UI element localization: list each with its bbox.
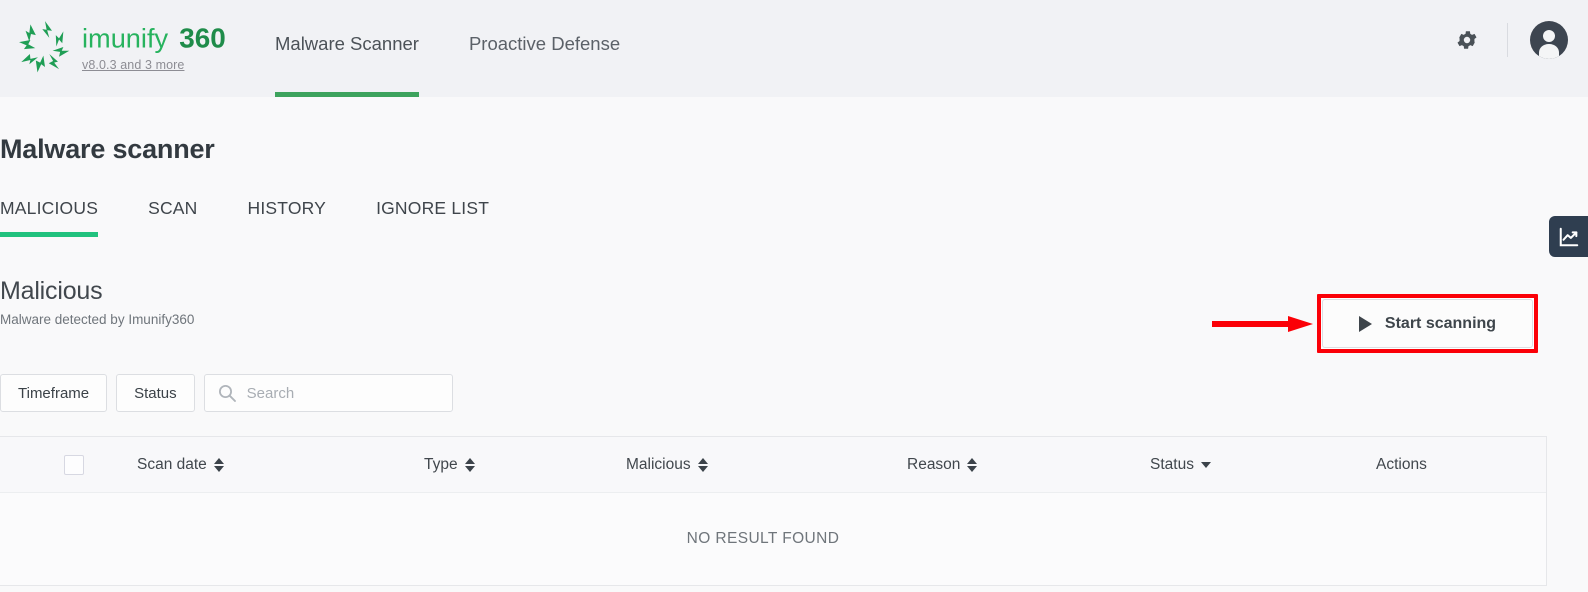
- nav-tab-label: Proactive Defense: [468, 33, 621, 54]
- search-icon: [218, 385, 236, 402]
- annotation-arrow: [1212, 316, 1313, 332]
- nav-tab-label: Malware Scanner: [275, 33, 419, 54]
- table-header-row: Scan date Type Malicious Reason Status A…: [0, 437, 1546, 493]
- sub-tab-scan[interactable]: SCAN: [148, 198, 197, 237]
- section-header: Malicious Malware detected by Imunify360: [0, 277, 194, 327]
- column-header-reason[interactable]: Reason: [907, 456, 1150, 474]
- sub-tab-label: IGNORE LIST: [376, 198, 490, 218]
- trending-chart-icon: [1559, 227, 1578, 246]
- header-actions: [1447, 20, 1568, 60]
- sub-tab-ignore-list[interactable]: IGNORE LIST: [376, 198, 489, 237]
- column-label: Reason: [907, 455, 961, 473]
- version-link[interactable]: v8.0.3 and 3 more: [82, 58, 286, 72]
- timeframe-filter-label: Timeframe: [18, 384, 90, 402]
- sub-tab-label: HISTORY: [247, 198, 327, 218]
- column-label: Status: [1150, 455, 1194, 473]
- sort-both-icon[interactable]: [464, 457, 475, 472]
- filter-bar: Timeframe Status: [0, 374, 453, 412]
- sort-both-icon[interactable]: [213, 457, 224, 472]
- nav-tab-malware-scanner[interactable]: Malware Scanner: [275, 0, 419, 97]
- search-input[interactable]: [246, 384, 437, 402]
- user-avatar-icon: [1539, 30, 1559, 59]
- start-scanning-button[interactable]: Start scanning: [1322, 299, 1533, 348]
- gear-icon: [1457, 31, 1477, 49]
- column-header-actions: Actions: [1376, 456, 1536, 474]
- column-label: Type: [424, 455, 458, 473]
- chevron-down-icon[interactable]: [1200, 461, 1211, 468]
- section-title: Malicious: [0, 277, 103, 305]
- settings-button[interactable]: [1447, 20, 1487, 60]
- column-header-type[interactable]: Type: [424, 456, 626, 474]
- select-all-cell: [0, 454, 137, 475]
- timeframe-filter-button[interactable]: Timeframe: [0, 374, 108, 412]
- status-filter-button[interactable]: Status: [116, 374, 195, 412]
- empty-state-message: NO RESULT FOUND: [686, 530, 840, 547]
- primary-nav: Malware Scanner Proactive Defense: [275, 0, 670, 97]
- svg-text:360: 360: [179, 23, 226, 53]
- table-body-empty: NO RESULT FOUND: [0, 493, 1546, 585]
- sub-tabs: MALICIOUS SCAN HISTORY IGNORE LIST: [0, 198, 539, 237]
- user-avatar[interactable]: [1530, 21, 1568, 59]
- search-box[interactable]: [203, 374, 453, 412]
- malicious-table: Scan date Type Malicious Reason Status A…: [0, 436, 1547, 586]
- status-filter-label: Status: [134, 384, 177, 402]
- sort-both-icon[interactable]: [967, 457, 978, 472]
- column-header-scan-date[interactable]: Scan date: [137, 456, 424, 474]
- column-header-status[interactable]: Status: [1150, 456, 1376, 474]
- sort-both-icon[interactable]: [697, 457, 708, 472]
- imunify-logo-icon: [19, 21, 70, 73]
- column-label: Actions: [1376, 455, 1427, 473]
- play-icon: [1358, 315, 1372, 332]
- header-divider: [1507, 23, 1508, 57]
- sub-tab-malicious[interactable]: MALICIOUS: [0, 198, 99, 237]
- sub-tab-label: SCAN: [148, 198, 198, 218]
- statistics-side-tab[interactable]: [1549, 216, 1588, 257]
- start-scanning-label: Start scanning: [1384, 314, 1497, 332]
- brand-logo[interactable]: imunify 360 v8.0.3 and 3 more: [18, 14, 286, 76]
- sub-tab-label: MALICIOUS: [0, 198, 99, 218]
- svg-text:imunify: imunify: [82, 23, 169, 53]
- select-all-checkbox[interactable]: [64, 454, 84, 475]
- imunify360-wordmark: imunify 360: [82, 23, 226, 53]
- column-header-malicious[interactable]: Malicious: [626, 456, 907, 474]
- sub-tab-history[interactable]: HISTORY: [248, 198, 327, 237]
- page-title: Malware scanner: [0, 134, 215, 164]
- column-label: Scan date: [137, 455, 207, 473]
- section-subtitle: Malware detected by Imunify360: [0, 312, 195, 327]
- app-header: imunify 360 v8.0.3 and 3 more Malware Sc…: [0, 0, 1588, 97]
- nav-tab-proactive-defense[interactable]: Proactive Defense: [469, 0, 620, 97]
- column-label: Malicious: [626, 455, 691, 473]
